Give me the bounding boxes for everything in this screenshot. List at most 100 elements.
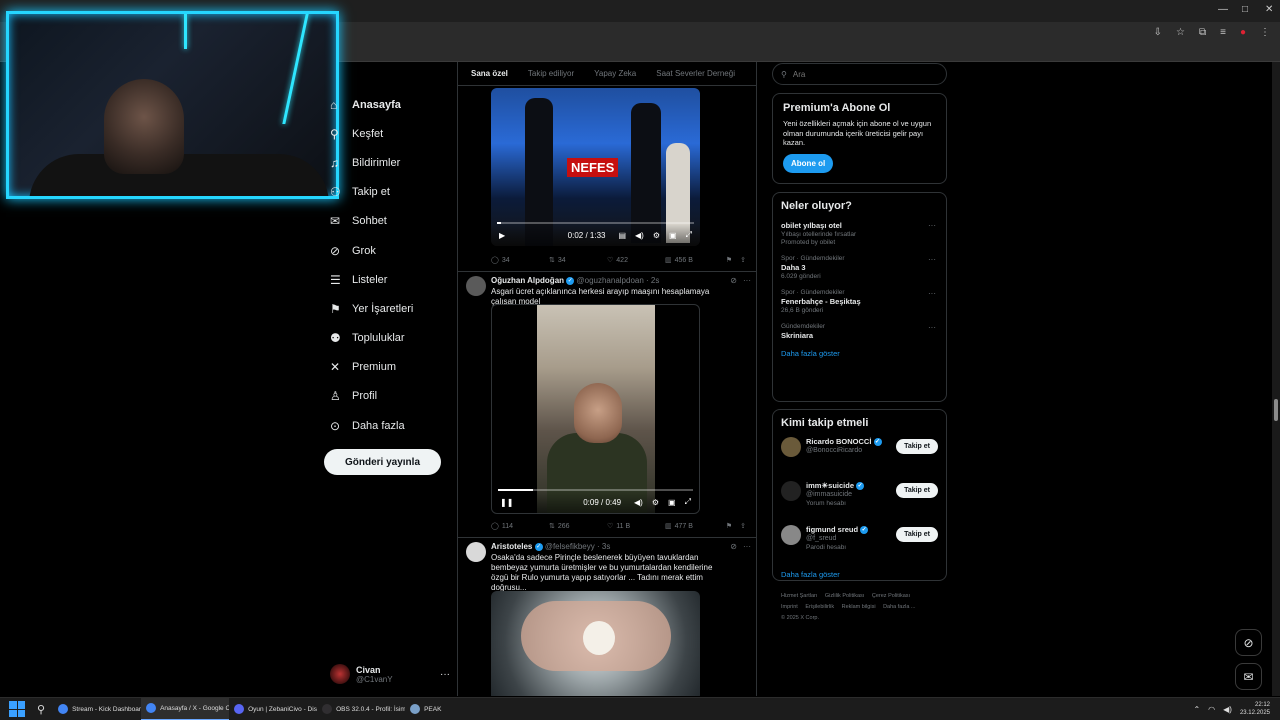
pip-icon[interactable]: ▣ [668, 498, 676, 507]
author-handle[interactable]: @oguzhanalpdoan [577, 276, 644, 285]
grok-fab-button[interactable]: ⊘ [1235, 629, 1262, 656]
profile-avatar-icon[interactable]: ● [1240, 27, 1246, 38]
nav-item-home[interactable]: ⌂ Anasayfa [324, 90, 454, 119]
media-icon[interactable]: ≡ [1220, 27, 1226, 38]
menu-icon[interactable]: ⋮ [1260, 27, 1270, 38]
retweet-button[interactable]: ⇅ 266 [549, 522, 607, 531]
account-switcher[interactable]: Civan @C1vanY ··· [330, 660, 450, 688]
footer-link[interactable]: Hizmet Şartları [781, 593, 817, 599]
footer-link[interactable]: Erişilebilirlik [805, 604, 834, 610]
views-button[interactable]: ▥ 477 B [665, 522, 723, 531]
extensions-icon[interactable]: ⧉ [1199, 27, 1206, 38]
more-dots-icon[interactable]: ··· [928, 221, 936, 230]
footer-link[interactable]: Gizlilik Politikası [825, 593, 864, 599]
volume-icon[interactable]: ◀) [635, 231, 644, 240]
taskbar-app[interactable]: Stream - Kick Dashboard [53, 698, 141, 720]
more-dots-icon[interactable]: ··· [743, 542, 751, 593]
more-dots-icon[interactable]: ··· [928, 289, 936, 298]
taskbar-app[interactable]: Oyun | ZebaniCivo - Discord [229, 698, 317, 720]
clock[interactable]: 22:12 23.12.2025 [1240, 701, 1270, 717]
footer-link[interactable]: Daha fazla ... [883, 604, 915, 610]
windows-start-icon[interactable] [9, 701, 25, 717]
page-scrollbar[interactable] [1272, 62, 1280, 696]
subscribe-button[interactable]: Abone ol [783, 153, 834, 173]
nav-item-communities[interactable]: ⚉ Topluluklar [324, 324, 454, 353]
share-button[interactable]: ⇪ [740, 522, 746, 530]
messages-fab-button[interactable]: ✉ [1235, 663, 1262, 690]
nav-item-lists[interactable]: ☰ Listeler [324, 265, 454, 294]
follow-button[interactable]: Takip et [896, 527, 938, 542]
nav-item-notifications[interactable]: ♫ Bildirimler [324, 148, 454, 177]
bookmark-button[interactable]: ⚑ [726, 522, 732, 530]
chevron-up-icon[interactable]: ⌃ [1193, 705, 1200, 714]
nav-item-chat[interactable]: ✉ Sohbet [324, 207, 454, 236]
tweet2-video[interactable]: ❚❚ 0:09 / 0:49 ◀) ⚙ ▣ ⤢ [491, 304, 700, 514]
more-dots-icon[interactable]: ··· [440, 669, 450, 680]
wifi-icon[interactable]: ◠ [1208, 705, 1215, 714]
volume-icon[interactable]: ◀) [1223, 705, 1232, 714]
captions-icon[interactable]: ▤ [618, 231, 626, 240]
follow-button[interactable]: Takip et [896, 483, 938, 498]
footer-link[interactable]: Reklam bilgisi [842, 604, 876, 610]
grok-icon[interactable]: ⊘ [730, 276, 737, 307]
avatar[interactable] [466, 276, 486, 296]
grok-icon[interactable]: ⊘ [730, 542, 737, 593]
minimize-icon[interactable]: — [1218, 4, 1228, 15]
trend-item[interactable]: obilet yılbaşı otel Yılbaşı otellerinde … [781, 221, 938, 246]
bookmark-button[interactable]: ⚑ [726, 256, 732, 264]
tweet1-video[interactable]: NEFES ▶ 0:02 / 1:33 ▤ ◀) ⚙ ▣ ⤢ [491, 88, 700, 246]
settings-icon[interactable]: ⚙ [653, 231, 660, 240]
reply-button[interactable]: ◯ 34 [491, 256, 549, 265]
play-icon[interactable]: ▶ [499, 231, 505, 240]
taskbar-app[interactable]: Anasayfa / X - Google Chrome [141, 697, 230, 720]
trend-item[interactable]: Spor · Gündemdekiler Daha 3 6.029 gönder… [781, 255, 938, 280]
settings-icon[interactable]: ⚙ [652, 498, 659, 507]
footer-link[interactable]: Imprint [781, 604, 798, 610]
like-button[interactable]: ♡ 11 B [607, 522, 665, 531]
follow-suggestion[interactable]: figmund sreud ✓ @f_sreud Parodi hesabı T… [781, 525, 938, 561]
tab-for-you[interactable]: Sana özel [471, 69, 508, 78]
more-dots-icon[interactable]: ··· [928, 255, 936, 264]
fullscreen-icon[interactable]: ⤢ [685, 497, 691, 507]
author-name[interactable]: Aristoteles [491, 542, 532, 551]
search-box[interactable]: ⚲ [772, 63, 947, 85]
volume-icon[interactable]: ◀) [634, 498, 643, 507]
tab-following[interactable]: Takip ediliyor [528, 69, 574, 78]
pause-icon[interactable]: ❚❚ [500, 498, 513, 507]
avatar[interactable] [466, 542, 486, 562]
more-dots-icon[interactable]: ··· [743, 276, 751, 307]
nav-item-grok[interactable]: ⊘ Grok [324, 236, 454, 265]
search-icon[interactable]: ⚲ [37, 703, 45, 716]
close-icon[interactable]: ✕ [1265, 4, 1273, 15]
follow-suggestion[interactable]: Ricardo BONOCCİ ✓ @BonocciRicardo Takip … [781, 437, 938, 473]
more-dots-icon[interactable]: ··· [928, 323, 936, 332]
author-name[interactable]: Oğuzhan Alpdoğan [491, 276, 564, 285]
search-input[interactable] [792, 69, 933, 79]
pip-icon[interactable]: ▣ [669, 231, 677, 240]
tab-ai[interactable]: Yapay Zeka [594, 69, 636, 78]
retweet-button[interactable]: ⇅ 34 [549, 256, 607, 265]
follow-suggestion[interactable]: imm☀suicide ✓ @immasuicide Yorum hesabı … [781, 481, 938, 517]
show-more-link[interactable]: Daha fazla göster [781, 349, 938, 358]
follow-button[interactable]: Takip et [896, 439, 938, 454]
trend-item[interactable]: Spor · Gündemdekiler Fenerbahçe - Beşikt… [781, 289, 938, 314]
post-button[interactable]: Gönderi yayınla [324, 449, 441, 475]
maximize-icon[interactable]: □ [1242, 4, 1248, 15]
star-icon[interactable]: ☆ [1176, 27, 1185, 38]
fullscreen-icon[interactable]: ⤢ [686, 230, 692, 240]
nav-item-premium[interactable]: ✕ Premium [324, 353, 454, 382]
views-button[interactable]: ▥ 456 B [665, 256, 723, 265]
nav-item-more[interactable]: ⊙ Daha fazla [324, 411, 454, 440]
share-button[interactable]: ⇪ [740, 256, 746, 264]
taskbar-app[interactable]: OBS 32.0.4 - Profil: İsimsiz [317, 698, 405, 720]
nav-item-profile[interactable]: ♙ Profil [324, 382, 454, 411]
show-more-link[interactable]: Daha fazla göster [781, 570, 938, 579]
tab-watch-lovers[interactable]: Saat Severler Derneği [656, 69, 735, 78]
tweet3-media[interactable] [491, 591, 700, 696]
reply-button[interactable]: ◯ 114 [491, 522, 549, 531]
nav-item-follow[interactable]: ⚇ Takip et [324, 178, 454, 207]
like-button[interactable]: ♡ 422 [607, 256, 665, 265]
author-handle[interactable]: @felsefikbeyy [545, 542, 595, 551]
nav-item-bookmarks[interactable]: ⚑ Yer İşaretleri [324, 294, 454, 323]
nav-item-explore[interactable]: ⚲ Keşfet [324, 119, 454, 148]
